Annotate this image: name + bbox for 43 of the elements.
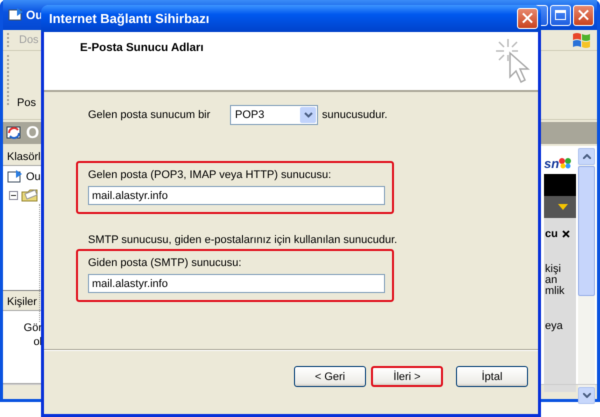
panel-text: kişi	[545, 264, 561, 275]
folder-title: O	[26, 123, 40, 143]
mail-app-icon	[7, 169, 23, 185]
panel-text: mlik	[545, 286, 565, 297]
wizard-button[interactable]: İptal	[456, 366, 528, 387]
scroll-thumb[interactable]	[578, 166, 595, 296]
close-button[interactable]	[517, 8, 538, 29]
contacts-text: ol	[33, 335, 42, 349]
dropdown-icon	[558, 204, 568, 210]
field-label: Giden posta (SMTP) sunucusu:	[88, 257, 242, 270]
wizard-button[interactable]: İleri >	[371, 366, 443, 387]
butterfly-icon	[559, 157, 572, 169]
windows-flag-icon	[571, 31, 591, 49]
server-type-dropdown[interactable]: POP3	[230, 104, 318, 124]
sync-icon	[6, 125, 22, 141]
page-heading: E-Posta Sunucu Adları	[80, 42, 204, 54]
info-text: SMTP sunucusu, giden e-postalarınız için kullanılan sunucudur.	[87, 234, 398, 246]
wizard-button[interactable]: < Geri	[294, 366, 366, 387]
scrollbar[interactable]	[578, 148, 595, 404]
maximize-button[interactable]	[550, 4, 571, 26]
dialog-title: Internet Bağlantı Sihirbazı	[48, 11, 210, 26]
close-icon[interactable]	[562, 230, 570, 238]
panel-text: an	[545, 275, 558, 286]
close-button[interactable]	[573, 4, 594, 26]
panel-text: eya	[545, 321, 563, 332]
field-label: Gelen posta (POP3, IMAP veya HTTP) sunucusu:	[88, 169, 332, 182]
collapse-icon[interactable]	[9, 190, 18, 200]
input-field[interactable]: mail.alastyr.info	[88, 186, 385, 205]
tree-item[interactable]: Ou	[26, 171, 41, 183]
chevron-down-icon	[304, 112, 312, 118]
scroll-up-button[interactable]	[578, 148, 595, 165]
server-type-label: Gelen posta sunucum bir	[88, 108, 212, 120]
contacts-text: Gör	[24, 321, 42, 335]
mail-app-icon	[8, 7, 24, 23]
logo-text: sn	[544, 156, 560, 170]
banner-bar	[544, 174, 576, 196]
scroll-down-button[interactable]	[578, 387, 595, 404]
input-field[interactable]: mail.alastyr.info	[88, 274, 385, 293]
panel-title: cu	[545, 228, 558, 240]
folder-icon	[21, 187, 39, 203]
server-type-suffix: sunucusudur.	[322, 108, 388, 120]
toolbar-button[interactable]: Pos	[17, 97, 36, 109]
dropdown-bar[interactable]	[544, 196, 576, 218]
